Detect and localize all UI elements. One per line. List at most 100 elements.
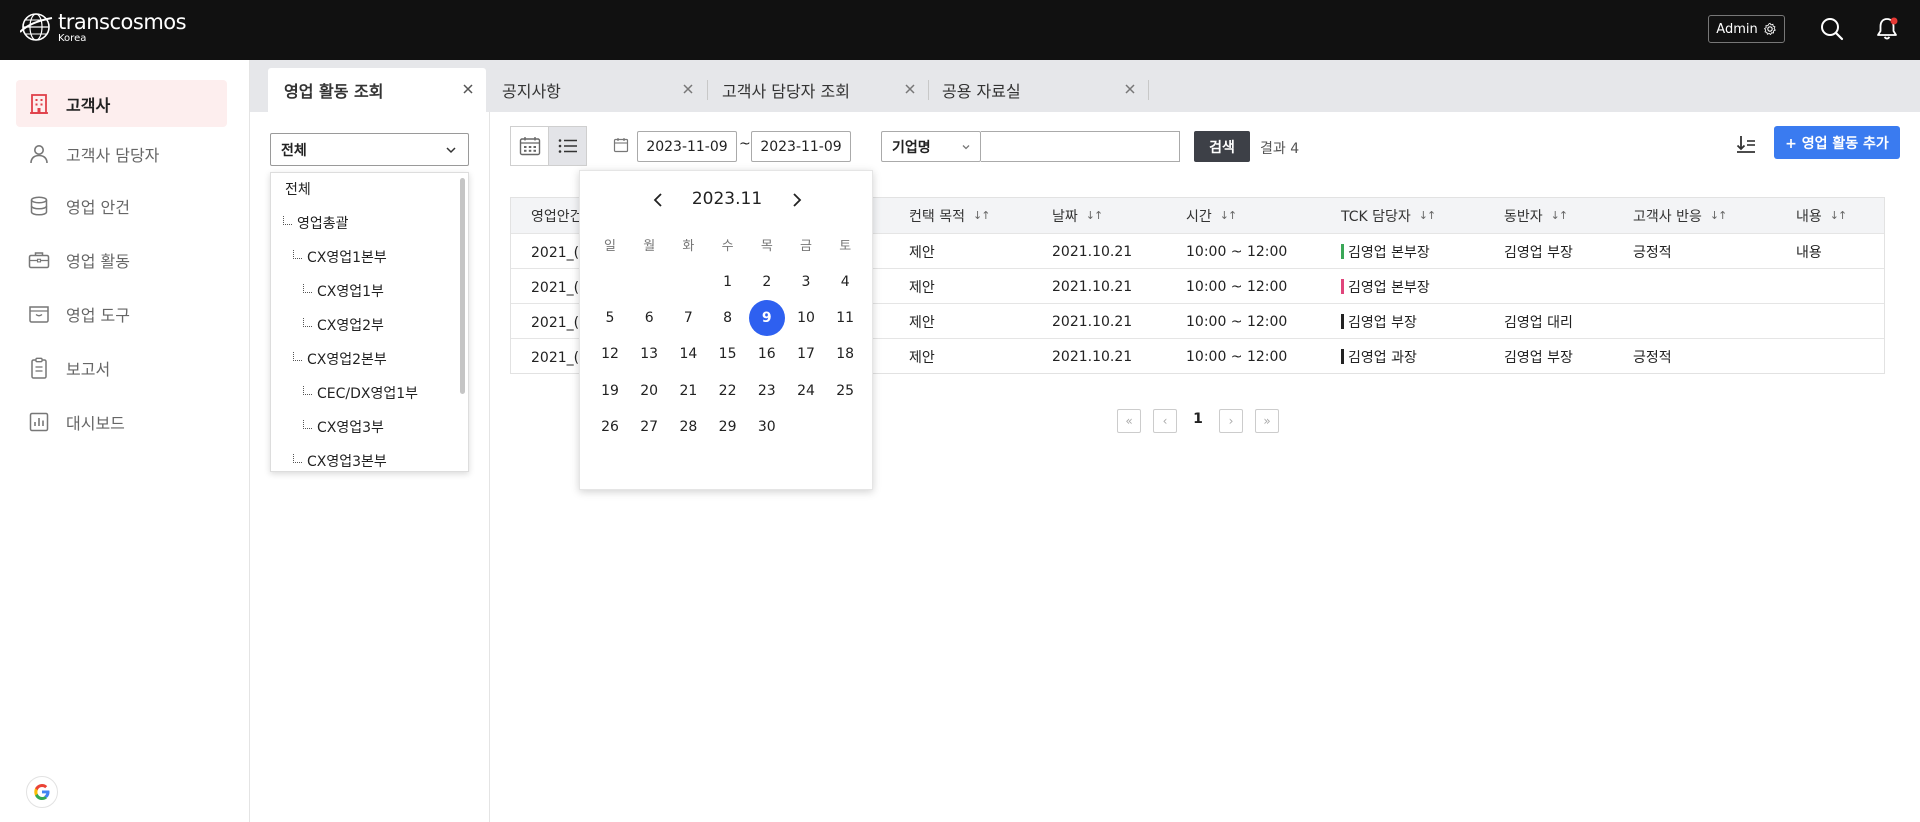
sidebar-item-label: 영업 도구 xyxy=(66,305,130,325)
calendar-day[interactable]: 29 xyxy=(710,409,746,445)
tab-client-contacts[interactable]: 고객사 담당자 조회 xyxy=(708,68,928,112)
calendar-day[interactable]: 16 xyxy=(749,336,785,372)
column-header[interactable]: 동반자 ↓↑ xyxy=(1504,198,1568,233)
calendar-day[interactable]: 25 xyxy=(827,373,863,409)
calendar-day-selected[interactable]: 9 xyxy=(748,300,785,337)
calendar-day[interactable]: 15 xyxy=(710,336,746,372)
sort-icon[interactable]: ↓↑ xyxy=(1551,209,1568,222)
calendar-day[interactable]: 23 xyxy=(749,373,785,409)
calendar-day[interactable]: 24 xyxy=(788,373,824,409)
calendar-view-button[interactable] xyxy=(510,126,549,166)
sort-icon[interactable]: ↓↑ xyxy=(1086,209,1103,222)
calendar-day[interactable]: 14 xyxy=(670,336,706,372)
admin-button[interactable]: Admin xyxy=(1708,15,1785,43)
org-tree-label: 전체 xyxy=(285,182,311,198)
column-header[interactable]: 내용 ↓↑ xyxy=(1796,198,1847,233)
calendar-day[interactable]: 7 xyxy=(670,300,706,336)
table-cell-date: 2021.10.21 xyxy=(1052,269,1132,304)
tab-notices[interactable]: 공지사항 xyxy=(486,68,706,112)
tree-connector xyxy=(293,453,302,463)
calendar-day[interactable]: 8 xyxy=(710,300,746,336)
tab-label: 고객사 담당자 조회 xyxy=(722,82,850,101)
calendar-day[interactable]: 17 xyxy=(788,336,824,372)
org-tree-label: CX영업3부 xyxy=(317,420,384,436)
current-page-number[interactable]: 1 xyxy=(1188,411,1208,427)
calendar-day[interactable]: 12 xyxy=(592,336,628,372)
search-button[interactable]: 검색 xyxy=(1194,131,1250,162)
calendar-day[interactable]: 2 xyxy=(749,264,785,300)
tab-sales-activity[interactable]: 영업 활동 조회 xyxy=(268,68,486,112)
org-tree-item[interactable]: CX영업3본부 xyxy=(293,447,387,471)
org-tree-item[interactable]: 영업총괄 xyxy=(283,209,349,237)
sidebar-item-dashboard[interactable]: 대시보드 xyxy=(16,398,227,445)
org-tree-item[interactable]: 전체 xyxy=(285,175,311,203)
sort-icon[interactable]: ↓↑ xyxy=(1710,209,1727,222)
org-tree-item[interactable]: CX영업2부 xyxy=(303,311,384,339)
calendar-day[interactable]: 3 xyxy=(788,264,824,300)
calendar-day[interactable]: 18 xyxy=(827,336,863,372)
calendar-day[interactable]: 10 xyxy=(788,300,824,336)
calendar-day[interactable]: 11 xyxy=(827,300,863,336)
date-to-input[interactable]: 2023-11-09 xyxy=(751,131,851,162)
close-icon[interactable] xyxy=(902,81,918,97)
google-account-button[interactable] xyxy=(26,776,58,808)
column-header[interactable]: 영업안건 xyxy=(531,198,583,233)
sidebar-item-label: 보고서 xyxy=(66,359,111,379)
calendar-day[interactable]: 19 xyxy=(592,373,628,409)
bell-icon[interactable] xyxy=(1874,16,1900,42)
prev-page-button[interactable]: ‹ xyxy=(1153,409,1177,433)
sort-icon[interactable]: ↓↑ xyxy=(1419,209,1436,222)
sidebar-item-sales-cases[interactable]: 영업 안건 xyxy=(16,182,227,229)
cell-text: 2021.10.21 xyxy=(1052,313,1133,330)
sort-icon[interactable]: ↓↑ xyxy=(973,209,990,222)
calendar-day[interactable]: 28 xyxy=(670,409,706,445)
column-header[interactable]: TCK 담당자 ↓↑ xyxy=(1341,198,1436,233)
sort-icon[interactable]: ↓↑ xyxy=(1220,209,1237,222)
column-header[interactable]: 컨택 목적 ↓↑ xyxy=(909,198,990,233)
close-icon[interactable] xyxy=(460,81,476,97)
company-logo[interactable]: transcosmos Korea xyxy=(20,12,187,44)
first-page-button[interactable]: « xyxy=(1117,409,1141,433)
calendar-day[interactable]: 1 xyxy=(710,264,746,300)
scrollbar[interactable] xyxy=(460,178,465,394)
calendar-day[interactable]: 27 xyxy=(631,409,667,445)
calendar-day[interactable]: 21 xyxy=(670,373,706,409)
last-page-button[interactable]: » xyxy=(1255,409,1279,433)
org-select[interactable]: 전체 xyxy=(270,133,469,166)
company-field-select[interactable]: 기업명 xyxy=(881,131,981,162)
calendar-day[interactable]: 30 xyxy=(749,409,785,445)
sort-order-icon[interactable] xyxy=(1734,132,1758,156)
next-page-button[interactable]: › xyxy=(1219,409,1243,433)
list-view-button[interactable] xyxy=(548,126,587,166)
column-header[interactable]: 시간 ↓↑ xyxy=(1186,198,1237,233)
chevron-right-icon[interactable] xyxy=(787,191,805,209)
calendar-day[interactable]: 6 xyxy=(631,300,667,336)
add-sales-activity-button[interactable]: + 영업 활동 추가 xyxy=(1774,126,1900,159)
sidebar-item-reports[interactable]: 보고서 xyxy=(16,344,227,391)
org-tree-item[interactable]: CX영업2본부 xyxy=(293,345,387,373)
calendar-day[interactable]: 13 xyxy=(631,336,667,372)
date-from-input[interactable]: 2023-11-09 xyxy=(637,131,737,162)
close-icon[interactable] xyxy=(1122,81,1138,97)
sidebar-item-sales-tools[interactable]: 영업 도구 xyxy=(16,290,227,337)
org-tree-item[interactable]: CX영업1본부 xyxy=(293,243,387,271)
calendar-day[interactable]: 5 xyxy=(592,300,628,336)
sort-icon[interactable]: ↓↑ xyxy=(1830,209,1847,222)
close-icon[interactable] xyxy=(680,81,696,97)
sidebar-item-client-contacts[interactable]: 고객사 담당자 xyxy=(16,130,227,177)
search-icon[interactable] xyxy=(1819,16,1845,42)
org-tree-item[interactable]: CX영업1부 xyxy=(303,277,384,305)
company-search-input[interactable] xyxy=(981,131,1180,162)
calendar-day[interactable]: 26 xyxy=(592,409,628,445)
column-header[interactable]: 고객사 반응 ↓↑ xyxy=(1633,198,1727,233)
column-header[interactable]: 날짜 ↓↑ xyxy=(1052,198,1103,233)
org-tree-item[interactable]: CEC/DX영업1부 xyxy=(303,379,418,407)
sidebar-item-clients[interactable]: 고객사 xyxy=(16,80,227,127)
tab-shared-files[interactable]: 공용 자료실 xyxy=(928,68,1148,112)
admin-label: Admin xyxy=(1716,21,1758,37)
sidebar-item-sales-activity[interactable]: 영업 활동 xyxy=(16,236,227,283)
calendar-day[interactable]: 20 xyxy=(631,373,667,409)
org-tree-item[interactable]: CX영업3부 xyxy=(303,413,384,441)
calendar-day[interactable]: 4 xyxy=(827,264,863,300)
calendar-day[interactable]: 22 xyxy=(710,373,746,409)
